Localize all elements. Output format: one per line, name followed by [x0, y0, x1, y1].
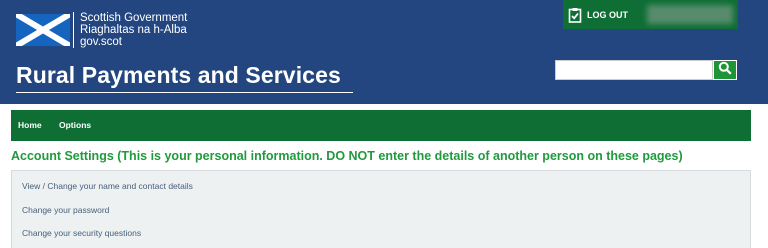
- logout-button[interactable]: LOG OUT: [567, 4, 628, 25]
- nav-item-home[interactable]: Home: [18, 120, 42, 130]
- link-change-name-contact[interactable]: View / Change your name and contact deta…: [22, 181, 193, 191]
- org-name-english: Scottish Government: [80, 12, 188, 24]
- account-bar: LOG OUT: [563, 0, 738, 29]
- search-input[interactable]: [555, 60, 713, 80]
- main-nav: Home Options: [11, 110, 751, 141]
- link-change-password[interactable]: Change your password: [22, 205, 109, 215]
- logout-label: LOG OUT: [587, 9, 628, 20]
- account-settings-panel: View / Change your name and contact deta…: [11, 170, 751, 248]
- blurred-username: [647, 5, 733, 24]
- org-domain: gov.scot: [80, 36, 122, 48]
- search-icon: [718, 61, 732, 80]
- saltire-flag-icon: [16, 14, 70, 46]
- title-underline: [16, 92, 353, 93]
- nav-item-options[interactable]: Options: [59, 120, 91, 130]
- search-button[interactable]: [713, 60, 737, 80]
- page-heading: Account Settings (This is your personal …: [11, 149, 683, 163]
- link-change-security-questions[interactable]: Change your security questions: [22, 228, 141, 238]
- org-name-gaelic: Riaghaltas na h-Alba: [80, 24, 187, 36]
- site-header: Scottish Government Riaghaltas na h-Alba…: [0, 0, 768, 104]
- clipboard-check-icon: [567, 7, 583, 23]
- page-title[interactable]: Rural Payments and Services: [16, 62, 341, 89]
- government-logo-text[interactable]: Scottish Government Riaghaltas na h-Alba…: [73, 12, 187, 48]
